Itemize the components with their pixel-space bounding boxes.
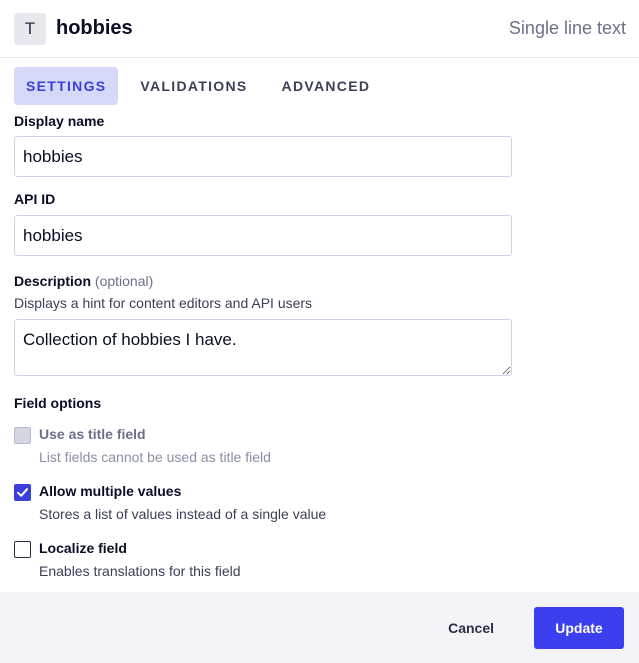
tab-bar: SETTINGS VALIDATIONS ADVANCED xyxy=(0,58,639,105)
field-title: hobbies xyxy=(56,17,133,39)
allow-multiple-checkbox[interactable] xyxy=(14,484,31,501)
localize-label: Localize field xyxy=(39,540,127,556)
tab-advanced[interactable]: ADVANCED xyxy=(270,67,383,105)
description-textarea[interactable]: Collection of hobbies I have. xyxy=(14,319,512,376)
localize-text: Localize field Enables translations for … xyxy=(39,540,241,579)
text-type-icon: T xyxy=(14,12,46,45)
use-as-title-checkbox[interactable] xyxy=(14,427,31,444)
description-hint: Displays a hint for content editors and … xyxy=(14,295,313,311)
use-as-title-label: Use as title field xyxy=(39,426,146,442)
field-type-label: Single line text xyxy=(508,18,626,38)
localize-hint: Enables translations for this field xyxy=(39,563,241,579)
option-use-as-title: Use as title field List fields cannot be… xyxy=(14,426,625,465)
type-icon-letter: T xyxy=(24,18,36,38)
description-label-text: Description xyxy=(14,273,92,289)
cancel-button[interactable]: Cancel xyxy=(424,607,518,649)
optional-tag: (optional) xyxy=(94,273,154,289)
option-localize: Localize field Enables translations for … xyxy=(14,540,625,579)
allow-multiple-hint: Stores a list of values instead of a sin… xyxy=(39,506,327,522)
field-options-group: Field options Use as title field List fi… xyxy=(14,395,625,579)
api-id-group: API ID xyxy=(14,191,625,256)
use-as-title-text: Use as title field List fields cannot be… xyxy=(39,426,271,465)
field-options-label: Field options xyxy=(14,395,102,411)
display-name-label: Display name xyxy=(14,113,105,129)
display-name-input[interactable] xyxy=(14,136,512,177)
checkmark-icon xyxy=(17,488,28,497)
allow-multiple-text: Allow multiple values Stores a list of v… xyxy=(39,483,326,522)
use-as-title-hint: List fields cannot be used as title fiel… xyxy=(39,449,271,465)
api-id-label: API ID xyxy=(14,191,56,207)
description-label: Description (optional) xyxy=(14,273,625,289)
api-id-input[interactable] xyxy=(14,215,512,256)
description-group: Description (optional) Displays a hint f… xyxy=(14,273,625,381)
settings-form: Display name API ID Description (optiona… xyxy=(0,113,639,579)
localize-checkbox[interactable] xyxy=(14,541,31,558)
dialog-header: T hobbies Single line text xyxy=(0,0,639,58)
allow-multiple-label: Allow multiple values xyxy=(39,483,182,499)
tab-validations[interactable]: VALIDATIONS xyxy=(128,67,259,105)
tab-settings[interactable]: SETTINGS xyxy=(14,67,119,105)
dialog-footer: Cancel Update xyxy=(0,592,639,663)
field-edit-dialog: T hobbies Single line text SETTINGS VALI… xyxy=(0,0,639,663)
update-button[interactable]: Update xyxy=(534,606,624,649)
option-allow-multiple: Allow multiple values Stores a list of v… xyxy=(14,483,625,522)
display-name-group: Display name xyxy=(14,113,625,177)
